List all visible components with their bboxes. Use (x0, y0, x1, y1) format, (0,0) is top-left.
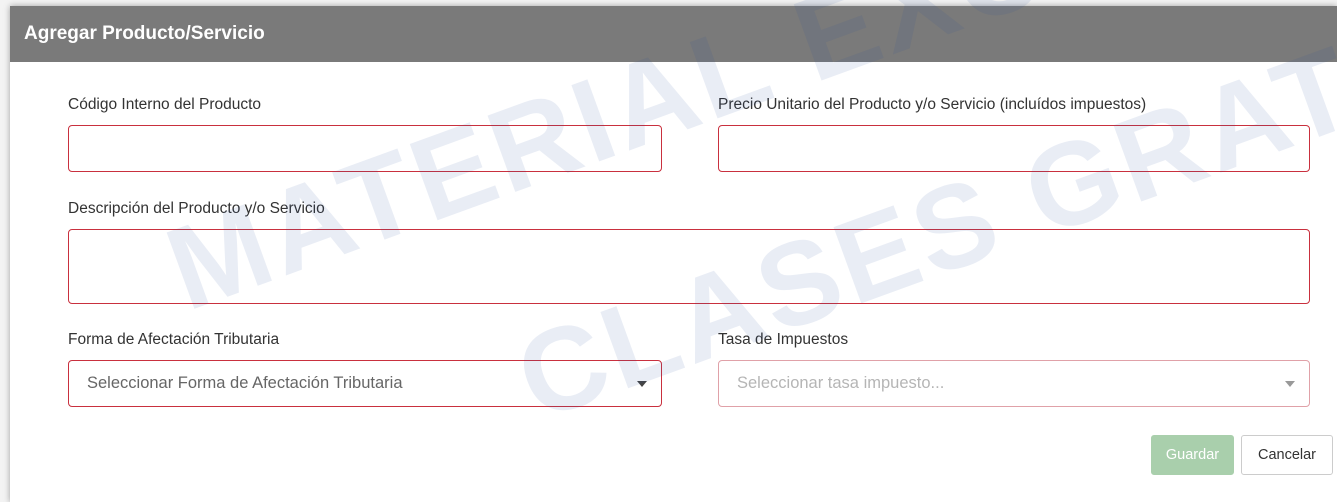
tax-form-label: Forma de Afectación Tributaria (68, 331, 280, 348)
unit-price-label: Precio Unitario del Producto y/o Servici… (718, 96, 1147, 113)
tax-rate-select[interactable]: Seleccionar tasa impuesto... (718, 360, 1310, 407)
unit-price-input[interactable] (719, 126, 1309, 171)
description-label: Descripción del Producto y/o Servicio (68, 200, 325, 217)
save-button[interactable]: Guardar (1151, 435, 1234, 475)
chevron-down-icon (637, 380, 647, 387)
tax-form-select[interactable]: Seleccionar Forma de Afectación Tributar… (68, 360, 662, 407)
dialog-header: Agregar Producto/Servicio (10, 6, 1337, 62)
tax-rate-label: Tasa de Impuestos (718, 331, 849, 348)
internal-code-field[interactable] (68, 125, 662, 172)
unit-price-field[interactable] (718, 125, 1310, 172)
cancel-button[interactable]: Cancelar (1241, 435, 1333, 475)
description-textarea[interactable] (69, 230, 1309, 303)
dialog-title: Agregar Producto/Servicio (24, 23, 265, 44)
chevron-down-icon (1285, 380, 1295, 387)
add-product-dialog: Agregar Producto/Servicio Código Interno… (10, 6, 1337, 502)
tax-form-selected-value: Seleccionar Forma de Afectación Tributar… (87, 374, 403, 392)
tax-rate-selected-value: Seleccionar tasa impuesto... (737, 374, 945, 392)
internal-code-input[interactable] (69, 126, 661, 171)
description-field[interactable] (68, 229, 1310, 304)
internal-code-label: Código Interno del Producto (68, 96, 262, 113)
